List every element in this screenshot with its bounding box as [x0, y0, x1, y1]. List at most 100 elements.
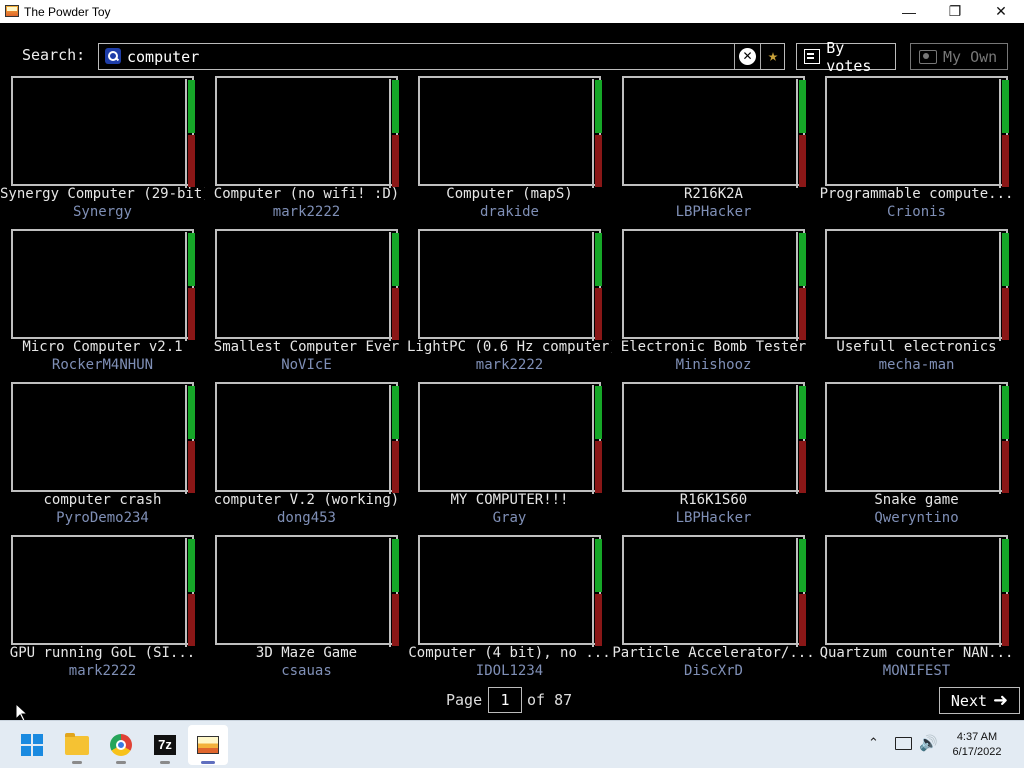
clear-search-icon[interactable]: ✕	[739, 48, 756, 65]
save-author[interactable]: DiScXrD	[611, 663, 816, 679]
search-input[interactable]	[127, 46, 727, 67]
save-title[interactable]: R216K2A	[611, 186, 816, 202]
save-thumbnail[interactable]	[215, 76, 399, 188]
start-button[interactable]	[12, 725, 52, 765]
save-title[interactable]: 3D Maze Game	[204, 645, 409, 661]
save-thumbnail[interactable]	[11, 76, 195, 188]
save-author[interactable]: Qweryntino	[814, 510, 1019, 526]
save-author[interactable]: Gray	[407, 510, 612, 526]
save-thumbnail[interactable]	[215, 382, 399, 494]
save-title[interactable]: GPU running GoL (SI...	[0, 645, 205, 661]
clock[interactable]: 4:37 AM 6/17/2022	[944, 730, 1010, 760]
save-tile[interactable]: Snake game Qweryntino	[814, 381, 1017, 531]
save-author[interactable]: csauas	[204, 663, 409, 679]
save-title[interactable]: Synergy Computer (29-bit)	[0, 186, 205, 202]
next-page-button[interactable]: Next ➜	[939, 687, 1020, 714]
save-tile[interactable]: Usefull electronics mecha-man	[814, 228, 1017, 378]
save-author[interactable]: mark2222	[0, 663, 205, 679]
save-thumbnail[interactable]	[11, 535, 195, 647]
save-thumbnail[interactable]	[622, 76, 806, 188]
save-tile[interactable]: computer V.2 (working) dong453	[204, 381, 407, 531]
save-author[interactable]: mark2222	[204, 204, 409, 220]
volume-icon[interactable]: 🔊	[919, 734, 938, 752]
save-title[interactable]: Usefull electronics	[814, 339, 1019, 355]
save-author[interactable]: LBPHacker	[611, 204, 816, 220]
save-title[interactable]: Electronic Bomb Tester	[611, 339, 816, 355]
save-thumbnail[interactable]	[622, 382, 806, 494]
save-author[interactable]: Crionis	[814, 204, 1019, 220]
save-thumbnail[interactable]	[825, 535, 1009, 647]
save-author[interactable]: PyroDemo234	[0, 510, 205, 526]
save-title[interactable]: Snake game	[814, 492, 1019, 508]
save-author[interactable]: dong453	[204, 510, 409, 526]
save-thumbnail[interactable]	[418, 229, 602, 341]
save-thumbnail[interactable]	[825, 382, 1009, 494]
save-tile[interactable]: LightPC (0.6 Hz computer) mark2222	[407, 228, 612, 378]
save-author[interactable]: Synergy	[0, 204, 205, 220]
save-tile[interactable]: R216K2A LBPHacker	[611, 75, 814, 225]
save-thumbnail[interactable]	[622, 535, 806, 647]
save-tile[interactable]: Smallest Computer Ever NoVIcE	[204, 228, 407, 378]
save-title[interactable]: MY COMPUTER!!!	[407, 492, 612, 508]
save-thumbnail[interactable]	[11, 229, 195, 341]
save-author[interactable]: MONIFEST	[814, 663, 1019, 679]
save-author[interactable]: drakide	[407, 204, 612, 220]
save-tile[interactable]: computer crash PyroDemo234	[0, 381, 203, 531]
save-tile[interactable]: Particle Accelerator/... DiScXrD	[611, 534, 816, 684]
save-tile[interactable]: Electronic Bomb Tester Minishooz	[611, 228, 814, 378]
save-tile[interactable]: MY COMPUTER!!! Gray	[407, 381, 610, 531]
network-icon[interactable]	[895, 737, 912, 750]
sort-by-votes-button[interactable]: By votes	[796, 39, 896, 75]
save-title[interactable]: LightPC (0.6 Hz computer)	[407, 339, 612, 355]
save-title[interactable]: Particle Accelerator/...	[611, 645, 816, 661]
save-title[interactable]: Computer (no wifi! :D)	[204, 186, 409, 202]
save-title[interactable]: Computer (4 bit), no ...	[407, 645, 612, 661]
save-tile[interactable]: Computer (mapS) drakide	[407, 75, 610, 225]
save-author[interactable]: mecha-man	[814, 357, 1019, 373]
taskbar-7zip[interactable]: 7z	[145, 725, 185, 765]
save-tile[interactable]: 3D Maze Game csauas	[204, 534, 407, 684]
save-title[interactable]: Programmable compute...	[814, 186, 1019, 202]
close-button[interactable]: ✕	[978, 0, 1024, 23]
save-author[interactable]: NoVIcE	[204, 357, 409, 373]
save-author[interactable]: RockerM4NHUN	[0, 357, 205, 373]
save-title[interactable]: Smallest Computer Ever	[204, 339, 409, 355]
save-thumbnail[interactable]	[418, 535, 602, 647]
save-author[interactable]: IDOL1234	[407, 663, 612, 679]
save-thumbnail[interactable]	[215, 229, 399, 341]
save-title[interactable]: Micro Computer v2.1	[0, 339, 205, 355]
save-thumbnail[interactable]	[418, 382, 603, 494]
taskbar-powder-toy[interactable]	[188, 725, 228, 765]
save-tile[interactable]: Micro Computer v2.1 RockerM4NHUN	[0, 228, 203, 378]
save-title[interactable]: computer crash	[0, 492, 205, 508]
save-thumbnail[interactable]	[11, 382, 195, 494]
save-thumbnail[interactable]	[825, 76, 1009, 188]
save-thumbnail[interactable]	[825, 229, 1009, 341]
save-tile[interactable]: Synergy Computer (29-bit) Synergy	[0, 75, 205, 225]
save-title[interactable]: Quartzum counter NAN...	[814, 645, 1019, 661]
save-tile[interactable]: Programmable compute... Crionis	[814, 75, 1017, 225]
save-title[interactable]: Computer (mapS)	[407, 186, 612, 202]
taskbar-chrome[interactable]	[101, 725, 141, 765]
my-own-button[interactable]: My Own	[910, 43, 1008, 70]
taskbar-file-explorer[interactable]	[57, 725, 97, 765]
favorites-star-icon[interactable]: ★	[763, 46, 783, 66]
minimize-button[interactable]: —	[886, 0, 932, 23]
save-tile[interactable]: R16K1S60 LBPHacker	[611, 381, 814, 531]
page-number-input[interactable]	[488, 687, 522, 713]
save-thumbnail[interactable]	[215, 535, 399, 647]
save-tile[interactable]: Computer (4 bit), no ... IDOL1234	[407, 534, 612, 684]
save-thumbnail[interactable]	[418, 76, 602, 188]
save-title[interactable]: R16K1S60	[611, 492, 816, 508]
show-hidden-icons-chevron-icon[interactable]: ⌃	[868, 736, 879, 751]
save-thumbnail[interactable]	[622, 229, 806, 341]
save-title[interactable]: computer V.2 (working)	[204, 492, 409, 508]
save-author[interactable]: mark2222	[407, 357, 612, 373]
save-tile[interactable]: GPU running GoL (SI... mark2222	[0, 534, 203, 684]
save-tile[interactable]: Quartzum counter NAN... MONIFEST	[814, 534, 1017, 684]
save-author[interactable]: LBPHacker	[611, 510, 816, 526]
save-tile[interactable]: Computer (no wifi! :D) mark2222	[204, 75, 407, 225]
restore-button[interactable]: ❐	[932, 0, 978, 23]
save-author[interactable]: Minishooz	[611, 357, 816, 373]
vote-bar	[592, 385, 603, 494]
